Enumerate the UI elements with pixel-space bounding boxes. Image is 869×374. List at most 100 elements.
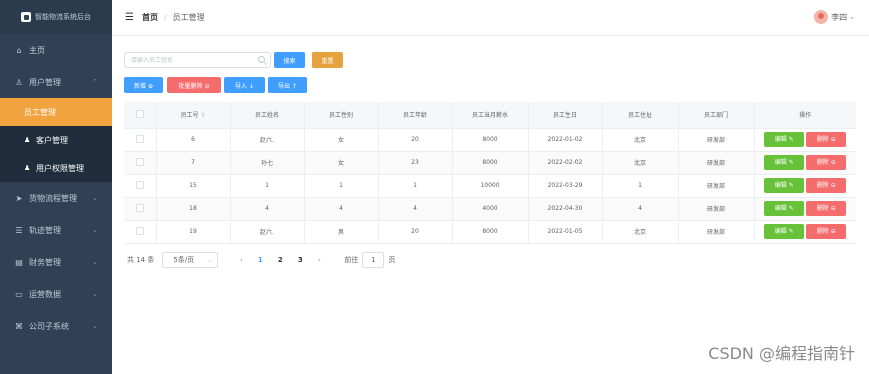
page-number[interactable]: 1 — [250, 256, 270, 264]
page-number[interactable]: 2 — [270, 256, 290, 264]
delete-button[interactable]: 删除 ⊖ — [806, 155, 847, 170]
sidebar-item-label: 客户管理 — [36, 135, 68, 145]
row-checkbox[interactable] — [135, 203, 144, 212]
table-row: 19 赵六. 男 20 8000 2022-01-05 北京 研发部 编辑 ✎ 删… — [124, 220, 856, 244]
edit-button[interactable]: 编辑 ✎ — [764, 178, 805, 193]
edit-button[interactable]: 编辑 ✎ — [764, 132, 805, 147]
table-cell: 2022-02-02 — [527, 151, 602, 175]
row-select-cell[interactable] — [124, 197, 156, 221]
pagination-total: 共 14 条 — [127, 256, 155, 264]
logo-icon — [21, 12, 31, 22]
edit-button[interactable]: 编辑 ✎ — [764, 224, 805, 239]
row-select-cell[interactable] — [124, 174, 156, 198]
chat-icon: ⌘ — [15, 321, 23, 331]
table-cell: 4 — [601, 197, 678, 221]
sidebar-item-finance[interactable]: ▤ 财务管理 ⌄ — [0, 246, 112, 278]
table-cell: 研发部 — [677, 174, 754, 198]
actions-cell: 编辑 ✎ 删除 ⊖ — [753, 197, 856, 221]
menu-toggle-icon[interactable]: ☰ — [125, 12, 134, 23]
sidebar-item-user-management[interactable]: ♙ 用户管理 ⌃ — [0, 66, 112, 98]
prev-page-button[interactable]: ‹ — [232, 256, 250, 264]
export-button[interactable]: 导出 ↑ — [268, 77, 307, 93]
user-name: 李四 — [831, 12, 848, 22]
add-button[interactable]: 新增 ⊕ — [124, 77, 163, 93]
goto-page-input[interactable] — [362, 252, 385, 268]
reset-button[interactable]: 重置 — [312, 52, 343, 68]
app-title: 智能物流系统后台 — [35, 13, 91, 21]
batch-delete-button[interactable]: 批量删除 ⊖ — [167, 77, 221, 93]
ledger-icon: ▤ — [15, 257, 23, 267]
home-icon: ⌂ — [16, 45, 22, 55]
edit-button[interactable]: 编辑 ✎ — [764, 201, 805, 216]
table-cell: 19 — [155, 220, 230, 244]
sidebar-subitem-employee-management[interactable]: 员工管理 — [0, 98, 112, 126]
column-header-label: 员工号 — [180, 112, 199, 120]
row-select-cell[interactable] — [124, 128, 156, 152]
sidebar-item-track-management[interactable]: ☰ 轨迹管理 ⌄ — [0, 214, 112, 246]
breadcrumb-home[interactable]: 首页 — [142, 12, 158, 23]
sidebar-item-company-subsystem[interactable]: ⌘ 公司子系统 ⌄ — [0, 310, 112, 342]
row-checkbox[interactable] — [135, 134, 144, 143]
sidebar-subitem-user-permissions[interactable]: ♟ 用户权限管理 — [0, 154, 112, 182]
search-button[interactable]: 搜索 — [274, 52, 305, 68]
sidebar-item-label: 运营数据 — [29, 289, 61, 299]
table-cell: 8000 — [451, 128, 528, 152]
column-header: 员工性别 — [303, 102, 378, 129]
edit-button[interactable]: 编辑 ✎ — [764, 155, 805, 170]
table-cell: 4000 — [451, 197, 528, 221]
delete-button[interactable]: 删除 ⊖ — [806, 178, 847, 193]
table-cell: 18 — [155, 197, 230, 221]
chevron-down-icon: ⌄ — [92, 194, 98, 202]
header: ☰ 首页 / 员工管理 李四 ⌄ — [112, 0, 869, 36]
search-input[interactable] — [131, 56, 251, 64]
table-cell: 2022-01-05 — [527, 220, 602, 244]
import-button[interactable]: 导入 ↓ — [224, 77, 265, 93]
row-checkbox[interactable] — [135, 157, 144, 166]
chevron-up-icon: ⌃ — [92, 78, 98, 86]
actions-cell: 编辑 ✎ 删除 ⊖ — [753, 174, 856, 198]
sidebar-item-operations-data[interactable]: ▭ 运营数据 ⌄ — [0, 278, 112, 310]
search-field[interactable] — [124, 52, 271, 68]
table-row: 18 4 4 4 4000 2022-04-30 4 研发部 编辑 ✎ 删除 ⊖ — [124, 197, 856, 221]
table-cell: 赵六. — [229, 220, 304, 244]
delete-button[interactable]: 删除 ⊖ — [806, 201, 847, 216]
sidebar-item-cargo-flow[interactable]: ➤ 货物流程管理 ⌄ — [0, 182, 112, 214]
logo[interactable]: 智能物流系统后台 — [0, 0, 112, 34]
row-checkbox[interactable] — [135, 226, 144, 235]
sort-icon[interactable]: ⇕ — [200, 112, 205, 119]
sidebar-subitem-customer-management[interactable]: ♟ 客户管理 — [0, 126, 112, 154]
column-header[interactable]: 员工号 ⇕ — [155, 102, 230, 129]
chevron-down-icon: ⌄ — [849, 13, 855, 21]
sidebar-item-label: 用户管理 — [29, 77, 61, 87]
sidebar-item-label: 用户权限管理 — [36, 163, 84, 173]
table-cell: 研发部 — [677, 151, 754, 175]
chevron-down-icon: ⌄ — [92, 258, 98, 266]
sidebar-item-label: 轨迹管理 — [29, 225, 61, 235]
delete-button[interactable]: 删除 ⊖ — [806, 224, 847, 239]
person-icon: ♟ — [24, 164, 31, 172]
user-menu[interactable]: 李四 ⌄ — [814, 10, 855, 24]
sidebar-item-label: 财务管理 — [29, 257, 61, 267]
row-checkbox[interactable] — [135, 180, 144, 189]
delete-button[interactable]: 删除 ⊖ — [806, 132, 847, 147]
page-number[interactable]: 3 — [290, 256, 310, 264]
column-header: 员工姓名 — [229, 102, 304, 129]
breadcrumb-current: 员工管理 — [172, 13, 205, 22]
table-cell: 2022-01-02 — [527, 128, 602, 152]
sidebar-item-label: 公司子系统 — [29, 321, 69, 331]
table-cell: 1 — [229, 174, 304, 198]
row-select-cell[interactable] — [124, 220, 156, 244]
table-cell: 北京 — [601, 220, 678, 244]
table-cell: 孙七 — [229, 151, 304, 175]
sidebar-item-home[interactable]: ⌂ 主页 — [0, 34, 112, 66]
goto-suffix: 页 — [388, 256, 396, 264]
next-page-button[interactable]: › — [310, 256, 328, 264]
select-all-checkbox[interactable] — [135, 109, 144, 118]
row-select-cell[interactable] — [124, 151, 156, 175]
avatar — [814, 10, 829, 24]
column-header: 员工当月薪水 — [451, 102, 528, 129]
table-cell: 10000 — [451, 174, 528, 198]
page-size-select[interactable]: 5条/页 ⌄ — [162, 252, 219, 268]
select-all-cell[interactable] — [124, 102, 156, 129]
actions-cell: 编辑 ✎ 删除 ⊖ — [753, 220, 856, 244]
